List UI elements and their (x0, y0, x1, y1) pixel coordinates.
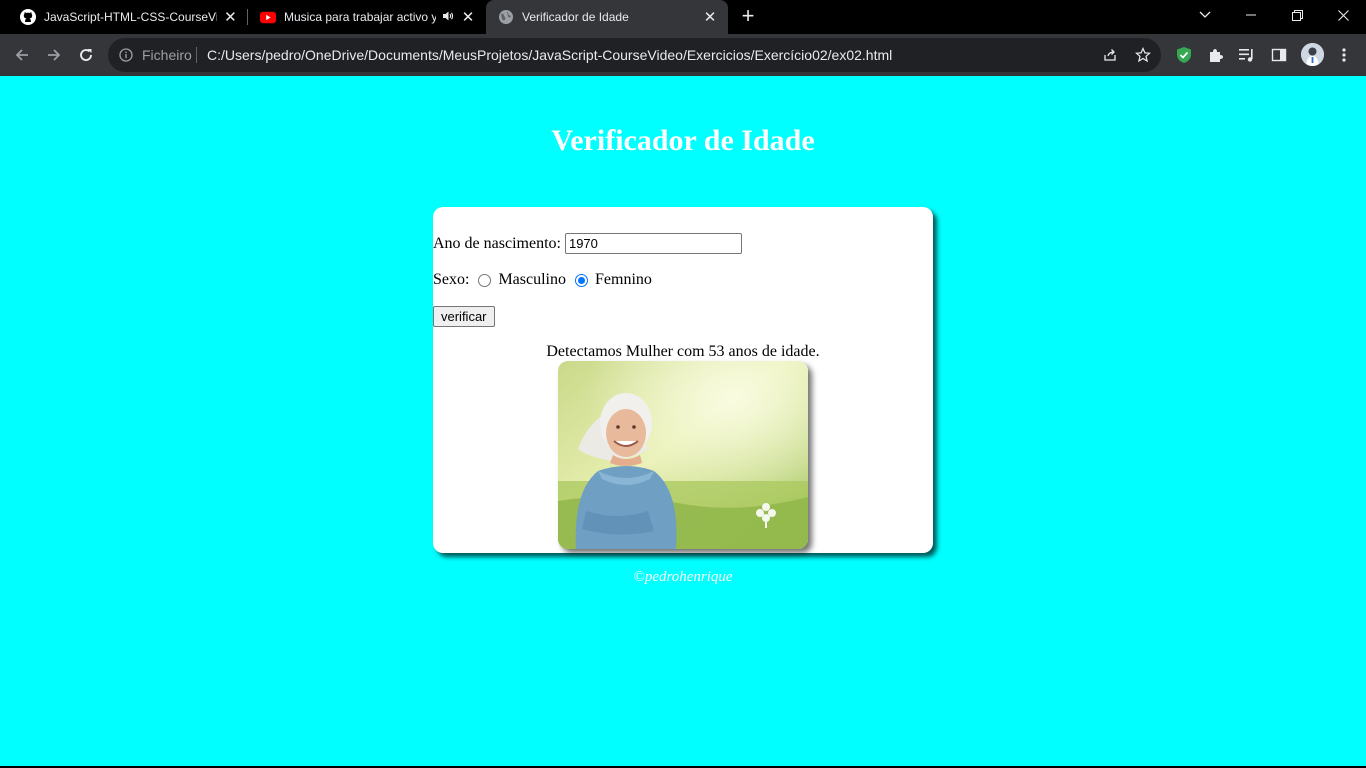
more-menu-icon[interactable] (1334, 45, 1354, 65)
page-title: Verificador de Idade (551, 124, 815, 157)
github-icon (20, 9, 36, 25)
tab-close-icon[interactable]: ✕ (223, 9, 238, 26)
address-bar[interactable]: Ficheiro C:/Users/pedro/OneDrive/Documen… (108, 38, 1161, 72)
tab-verificador-active[interactable]: Verificador de Idade ✕ (486, 0, 728, 34)
birth-year-label: Ano de nascimento: (433, 234, 561, 252)
tab-close-icon[interactable]: ✕ (702, 9, 718, 26)
media-queue-icon[interactable] (1237, 45, 1257, 65)
radio-masculino[interactable] (478, 273, 492, 287)
sex-label: Sexo: (433, 271, 470, 288)
shield-extension-icon[interactable] (1174, 45, 1194, 65)
speaker-icon[interactable] (442, 10, 454, 25)
globe-icon (498, 9, 514, 25)
bookmark-star-icon[interactable] (1135, 47, 1151, 63)
tab-search-chevron-icon[interactable] (1182, 0, 1228, 30)
tab-strip: JavaScript-HTML-CSS-CourseVid ✕ Musica p… (0, 0, 1366, 34)
page-viewport: Verificador de Idade Ano de nascimento: … (0, 76, 1366, 766)
browser-toolbar: Ficheiro C:/Users/pedro/OneDrive/Documen… (0, 34, 1366, 76)
back-arrow-icon[interactable] (9, 42, 35, 68)
result-photo (558, 361, 808, 549)
tab-title: JavaScript-HTML-CSS-CourseVid (44, 10, 217, 24)
tab-youtube[interactable]: Musica para trabajar activo y ✕ (248, 0, 486, 34)
radio-feminino[interactable] (575, 273, 588, 287)
restore-icon[interactable] (1274, 0, 1320, 30)
verifier-card: Ano de nascimento: Sexo: Masculino Femni… (433, 207, 933, 553)
radio-masculino-label[interactable]: Masculino (498, 271, 566, 289)
birth-year-input[interactable] (564, 233, 742, 254)
extensions-puzzle-icon[interactable] (1206, 45, 1226, 65)
tab-title: Musica para trabajar activo y (284, 10, 437, 24)
site-info-icon[interactable] (119, 48, 133, 62)
youtube-icon (260, 9, 276, 25)
result-text: Detectamos Mulher com 53 anos de idade. (546, 343, 820, 360)
side-panel-icon[interactable] (1269, 45, 1289, 65)
tab-title: Verificador de Idade (522, 10, 629, 24)
address-url[interactable]: C:/Users/pedro/OneDrive/Documents/MeusPr… (207, 47, 892, 63)
profile-avatar[interactable] (1301, 43, 1324, 66)
reload-icon[interactable] (73, 42, 99, 68)
verificar-button[interactable]: verificar (433, 306, 495, 327)
tab-close-icon[interactable]: ✕ (460, 9, 476, 26)
address-scheme-label: Ficheiro (142, 47, 192, 63)
close-window-icon[interactable] (1320, 0, 1366, 30)
tab-github[interactable]: JavaScript-HTML-CSS-CourseVid ✕ (8, 0, 248, 34)
radio-feminino-label[interactable]: Femnino (595, 271, 652, 289)
address-divider (196, 47, 197, 63)
new-tab-button[interactable]: + (736, 5, 760, 29)
birth-year-row: Ano de nascimento: (433, 233, 742, 254)
sex-row: Sexo: Masculino Femnino (433, 271, 652, 289)
share-icon[interactable] (1102, 47, 1118, 63)
minimize-icon[interactable] (1228, 0, 1274, 30)
footer-credit: ©pedrohenrique (633, 569, 733, 585)
forward-arrow-icon[interactable] (41, 42, 67, 68)
